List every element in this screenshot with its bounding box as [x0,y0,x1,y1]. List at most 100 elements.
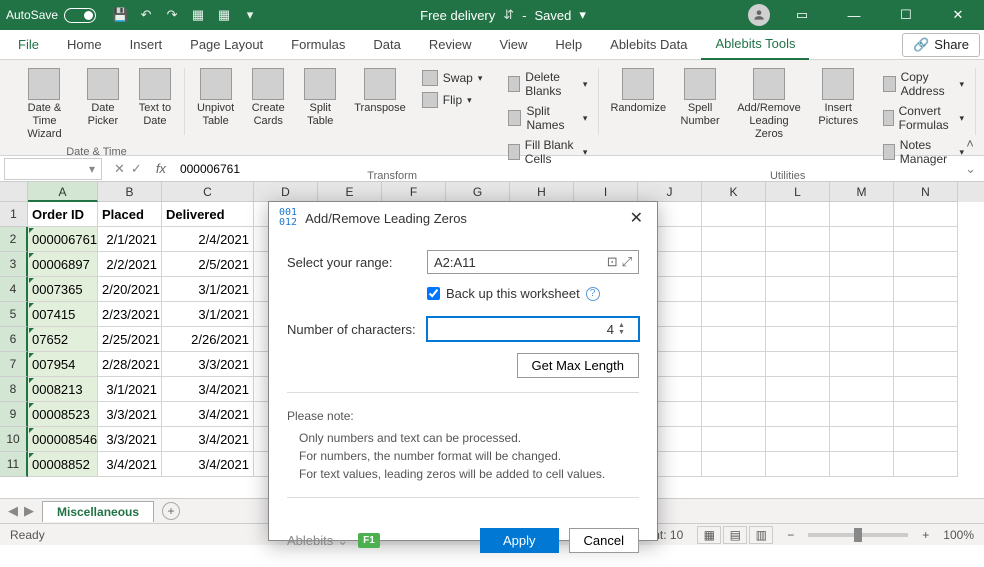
cell[interactable] [702,452,766,477]
column-header[interactable]: M [830,182,894,202]
qat-icon-1[interactable]: ▦ [190,7,206,23]
f1-help-icon[interactable]: F1 [358,533,380,548]
ribbon-insert[interactable]: InsertPictures [813,66,863,144]
row-header[interactable]: 11 [0,452,28,477]
sheet-nav-prev-icon[interactable]: ◀ [8,503,18,519]
zoom-level[interactable]: 100% [943,528,974,542]
ribbon-swap[interactable]: Swap ▾ [416,68,489,88]
cell[interactable]: 000006761 [28,227,98,252]
cell[interactable]: 000008546 [28,427,98,452]
cell[interactable] [702,402,766,427]
cell[interactable] [894,327,958,352]
cancel-button[interactable]: Cancel [569,528,639,553]
tab-review[interactable]: Review [415,30,486,60]
cell[interactable]: 3/4/2021 [162,427,254,452]
cell[interactable]: 3/4/2021 [162,377,254,402]
minimize-button[interactable]: — [834,0,874,30]
column-header[interactable]: N [894,182,958,202]
cell[interactable] [702,327,766,352]
cell[interactable] [702,202,766,227]
cell[interactable] [702,427,766,452]
cell[interactable]: 3/1/2021 [162,277,254,302]
column-header[interactable]: G [446,182,510,202]
cell[interactable]: 007954 [28,352,98,377]
tab-formulas[interactable]: Formulas [277,30,359,60]
cell[interactable] [894,452,958,477]
ribbon-date[interactable]: DatePicker [79,66,127,130]
ribbon-convert-formulas[interactable]: Convert Formulas ▾ [877,102,970,134]
cell[interactable]: 3/1/2021 [98,377,162,402]
cell[interactable]: 2/26/2021 [162,327,254,352]
cell[interactable]: 3/4/2021 [98,452,162,477]
cell[interactable] [766,252,830,277]
column-header[interactable]: F [382,182,446,202]
ribbon-text-to[interactable]: Text toDate [131,66,179,130]
select-range-icon[interactable]: ⊡ [607,254,618,270]
expand-range-icon[interactable]: ⤢ [622,254,632,270]
cell[interactable]: 2/2/2021 [98,252,162,277]
get-max-length-button[interactable]: Get Max Length [517,353,640,378]
cell[interactable] [894,402,958,427]
enter-formula-icon[interactable]: ✓ [131,161,142,177]
cell[interactable]: 07652 [28,327,98,352]
cell[interactable]: 007415 [28,302,98,327]
ribbon-display-icon[interactable]: ▭ [782,0,822,30]
cell[interactable] [766,277,830,302]
cell[interactable] [894,252,958,277]
cell[interactable] [766,377,830,402]
cell[interactable]: Placed [98,202,162,227]
cell[interactable] [830,227,894,252]
cell[interactable]: 3/3/2021 [162,352,254,377]
tab-ablebits-tools[interactable]: Ablebits Tools [701,30,809,60]
row-header[interactable]: 8 [0,377,28,402]
cell[interactable] [766,352,830,377]
cell[interactable] [894,352,958,377]
help-icon[interactable]: ? [586,287,600,301]
cell[interactable] [830,452,894,477]
tab-home[interactable]: Home [53,30,116,60]
cell[interactable]: 2/4/2021 [162,227,254,252]
cell[interactable] [894,277,958,302]
cell[interactable] [894,427,958,452]
row-header[interactable]: 7 [0,352,28,377]
cancel-formula-icon[interactable]: ✕ [114,161,125,177]
cell[interactable] [766,452,830,477]
zoom-slider[interactable] [808,533,908,537]
column-header[interactable]: A [28,182,98,202]
cell[interactable] [702,252,766,277]
row-header[interactable]: 3 [0,252,28,277]
range-input[interactable]: A2:A11 ⊡ ⤢ [427,250,639,274]
save-icon[interactable]: 💾 [112,7,128,23]
view-break-icon[interactable]: ▥ [749,526,773,544]
ribbon-fill-blank-cells[interactable]: Fill Blank Cells ▾ [502,136,593,168]
close-button[interactable]: ✕ [938,0,978,30]
qat-dropdown-icon[interactable]: ▾ [242,7,258,23]
cell[interactable] [766,427,830,452]
cell[interactable] [894,377,958,402]
cell[interactable]: 3/4/2021 [162,402,254,427]
cell[interactable]: 00008523 [28,402,98,427]
view-normal-icon[interactable]: ▦ [697,526,721,544]
cell[interactable]: 00008852 [28,452,98,477]
name-box[interactable]: ▾ [4,158,102,180]
ribbon-unpivot[interactable]: UnpivotTable [191,66,240,130]
cell[interactable] [766,227,830,252]
ribbon-date--[interactable]: Date &Time Wizard [14,66,75,144]
tab-page-layout[interactable]: Page Layout [176,30,277,60]
tab-insert[interactable]: Insert [116,30,177,60]
column-header[interactable]: H [510,182,574,202]
cell[interactable] [830,252,894,277]
spin-up-icon[interactable]: ▲ [618,322,632,329]
cell[interactable] [830,402,894,427]
undo-icon[interactable]: ↶ [138,7,154,23]
cell[interactable]: Delivered [162,202,254,227]
column-header[interactable]: D [254,182,318,202]
column-header[interactable]: K [702,182,766,202]
column-header[interactable]: B [98,182,162,202]
cell[interactable]: 2/25/2021 [98,327,162,352]
cell[interactable] [702,302,766,327]
add-sheet-button[interactable]: + [162,502,180,520]
cell[interactable] [766,302,830,327]
tab-view[interactable]: View [485,30,541,60]
column-header[interactable]: I [574,182,638,202]
